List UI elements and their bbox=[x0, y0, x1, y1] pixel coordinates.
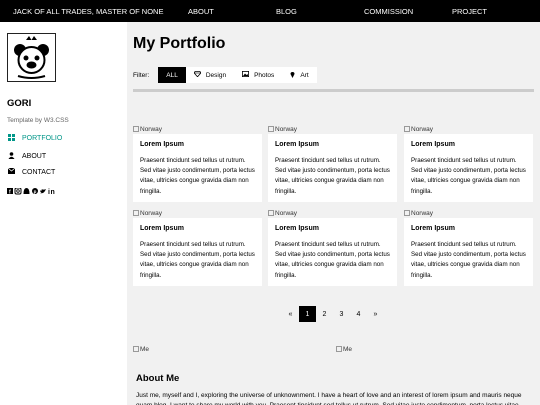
about-title: About Me bbox=[136, 373, 180, 384]
card-title: Lorem Ipsum bbox=[411, 141, 455, 148]
filter-art-button[interactable]: Art bbox=[282, 67, 317, 83]
card-image: Norway bbox=[133, 126, 162, 133]
filter-photos-button[interactable]: Photos bbox=[234, 67, 283, 83]
card-text: Praesent tincidunt sed tellus ut rutrum.… bbox=[275, 157, 390, 195]
pagination-page-1[interactable]: 1 bbox=[299, 306, 316, 322]
map-marker-icon bbox=[290, 71, 295, 80]
sidebar-item-label: PORTFOLIO bbox=[22, 135, 63, 142]
image-alt-text: Norway bbox=[140, 210, 163, 217]
nav-about-link[interactable]: ABOUT bbox=[188, 7, 214, 16]
card-title: Lorem Ipsum bbox=[275, 141, 319, 148]
about-text: Just me, myself and I, exploring the uni… bbox=[136, 392, 522, 405]
nav-commission-link[interactable]: COMMISSION bbox=[364, 7, 413, 16]
about-image: Me bbox=[336, 346, 352, 353]
card-body: Lorem Ipsum Praesent tincidunt sed tellu… bbox=[268, 218, 397, 286]
card-body: Lorem Ipsum Praesent tincidunt sed tellu… bbox=[268, 134, 397, 202]
top-navbar: JACK OF ALL TRADES, MASTER OF NONE ABOUT… bbox=[0, 0, 540, 22]
sidebar-item-portfolio[interactable]: PORTFOLIO bbox=[7, 134, 62, 143]
filter-all-button[interactable]: ALL bbox=[158, 67, 186, 83]
facebook-icon[interactable]: f bbox=[7, 188, 13, 196]
site-name: GORI bbox=[7, 98, 32, 109]
card-image: Norway bbox=[404, 126, 433, 133]
portfolio-card[interactable]: Norway Lorem Ipsum Praesent tincidunt se… bbox=[133, 210, 262, 286]
card-image: Norway bbox=[268, 210, 297, 217]
card-image: Norway bbox=[268, 126, 297, 133]
instagram-icon[interactable] bbox=[14, 187, 22, 195]
sidebar-item-label: ABOUT bbox=[22, 153, 47, 160]
filter-button-label: Design bbox=[205, 71, 227, 79]
tagline[interactable]: Template by W3.CSS bbox=[7, 117, 69, 124]
svg-text:p: p bbox=[34, 189, 37, 194]
filter-design-button[interactable]: Design bbox=[185, 67, 235, 83]
filter-button-label: Photos bbox=[254, 71, 275, 79]
image-alt-text: Norway bbox=[275, 126, 298, 133]
card-text: Praesent tincidunt sed tellus ut rutrum.… bbox=[140, 157, 255, 195]
card-text: Praesent tincidunt sed tellus ut rutrum.… bbox=[140, 241, 255, 279]
social-links: f p in bbox=[7, 187, 65, 197]
filter-button-label: ALL bbox=[166, 71, 178, 79]
card-body: Lorem Ipsum Praesent tincidunt sed tellu… bbox=[133, 134, 262, 202]
portfolio-card[interactable]: Norway Lorem Ipsum Praesent tincidunt se… bbox=[133, 126, 262, 202]
card-body: Lorem Ipsum Praesent tincidunt sed tellu… bbox=[404, 218, 533, 286]
snapchat-icon[interactable] bbox=[23, 188, 30, 194]
nav-home-link[interactable]: JACK OF ALL TRADES, MASTER OF NONE bbox=[13, 7, 163, 16]
nav-project-link[interactable]: PROJECT bbox=[452, 7, 487, 16]
filter-bar: Filter: ALL Design Photos Art bbox=[133, 67, 317, 83]
pagination-page-3[interactable]: 3 bbox=[333, 306, 350, 322]
filter-button-label: Art bbox=[300, 71, 309, 79]
filter-label: Filter: bbox=[133, 71, 150, 79]
sidebar: GORI Template by W3.CSS PORTFOLIO ABOUT … bbox=[0, 22, 127, 405]
image-alt-text: Me bbox=[140, 346, 150, 353]
portfolio-card[interactable]: Norway Lorem Ipsum Praesent tincidunt se… bbox=[268, 210, 397, 286]
pinterest-icon[interactable]: p bbox=[32, 188, 38, 194]
grid-icon bbox=[7, 134, 15, 143]
image-alt-text: Norway bbox=[411, 210, 434, 217]
sidebar-item-about[interactable]: ABOUT bbox=[7, 152, 46, 161]
card-title: Lorem Ipsum bbox=[140, 225, 184, 232]
pagination-prev[interactable]: « bbox=[282, 306, 299, 322]
photo-icon bbox=[242, 71, 250, 79]
diamond-icon bbox=[193, 71, 202, 79]
svg-text:f: f bbox=[9, 190, 11, 196]
nav-blog-link[interactable]: BLOG bbox=[276, 7, 297, 16]
image-alt-text: Me bbox=[343, 346, 353, 353]
card-body: Lorem Ipsum Praesent tincidunt sed tellu… bbox=[404, 134, 533, 202]
page-title: My Portfolio bbox=[133, 35, 226, 52]
card-text: Praesent tincidunt sed tellus ut rutrum.… bbox=[411, 241, 526, 279]
divider bbox=[133, 89, 534, 92]
image-alt-text: Norway bbox=[140, 126, 163, 133]
about-image: Me bbox=[133, 346, 149, 353]
main-content: My Portfolio Filter: ALL Design Photos A… bbox=[127, 22, 540, 405]
portfolio-card[interactable]: Norway Lorem Ipsum Praesent tincidunt se… bbox=[268, 126, 397, 202]
card-title: Lorem Ipsum bbox=[411, 225, 455, 232]
portfolio-card[interactable]: Norway Lorem Ipsum Praesent tincidunt se… bbox=[404, 210, 533, 286]
user-icon bbox=[7, 152, 15, 161]
image-alt-text: Norway bbox=[275, 210, 298, 217]
pagination-page-4[interactable]: 4 bbox=[350, 306, 367, 322]
card-text: Praesent tincidunt sed tellus ut rutrum.… bbox=[275, 241, 390, 279]
card-text: Praesent tincidunt sed tellus ut rutrum.… bbox=[411, 157, 526, 195]
card-image: Norway bbox=[133, 210, 162, 217]
site-logo[interactable] bbox=[7, 33, 56, 82]
pagination: « 1 2 3 4 » bbox=[282, 306, 384, 322]
card-title: Lorem Ipsum bbox=[140, 141, 184, 148]
card-title: Lorem Ipsum bbox=[275, 225, 319, 232]
twitter-icon[interactable] bbox=[40, 189, 46, 194]
image-alt-text: Norway bbox=[411, 126, 434, 133]
sidebar-item-contact[interactable]: CONTACT bbox=[7, 167, 56, 176]
pagination-next[interactable]: » bbox=[367, 306, 384, 322]
envelope-icon bbox=[7, 167, 15, 176]
card-body: Lorem Ipsum Praesent tincidunt sed tellu… bbox=[133, 218, 262, 286]
portfolio-card[interactable]: Norway Lorem Ipsum Praesent tincidunt se… bbox=[404, 126, 533, 202]
linkedin-icon[interactable]: in bbox=[48, 189, 55, 196]
pagination-page-2[interactable]: 2 bbox=[316, 306, 333, 322]
bear-logo-icon bbox=[8, 34, 55, 81]
card-image: Norway bbox=[404, 210, 433, 217]
sidebar-item-label: CONTACT bbox=[22, 168, 56, 176]
svg-text:in: in bbox=[48, 189, 55, 195]
